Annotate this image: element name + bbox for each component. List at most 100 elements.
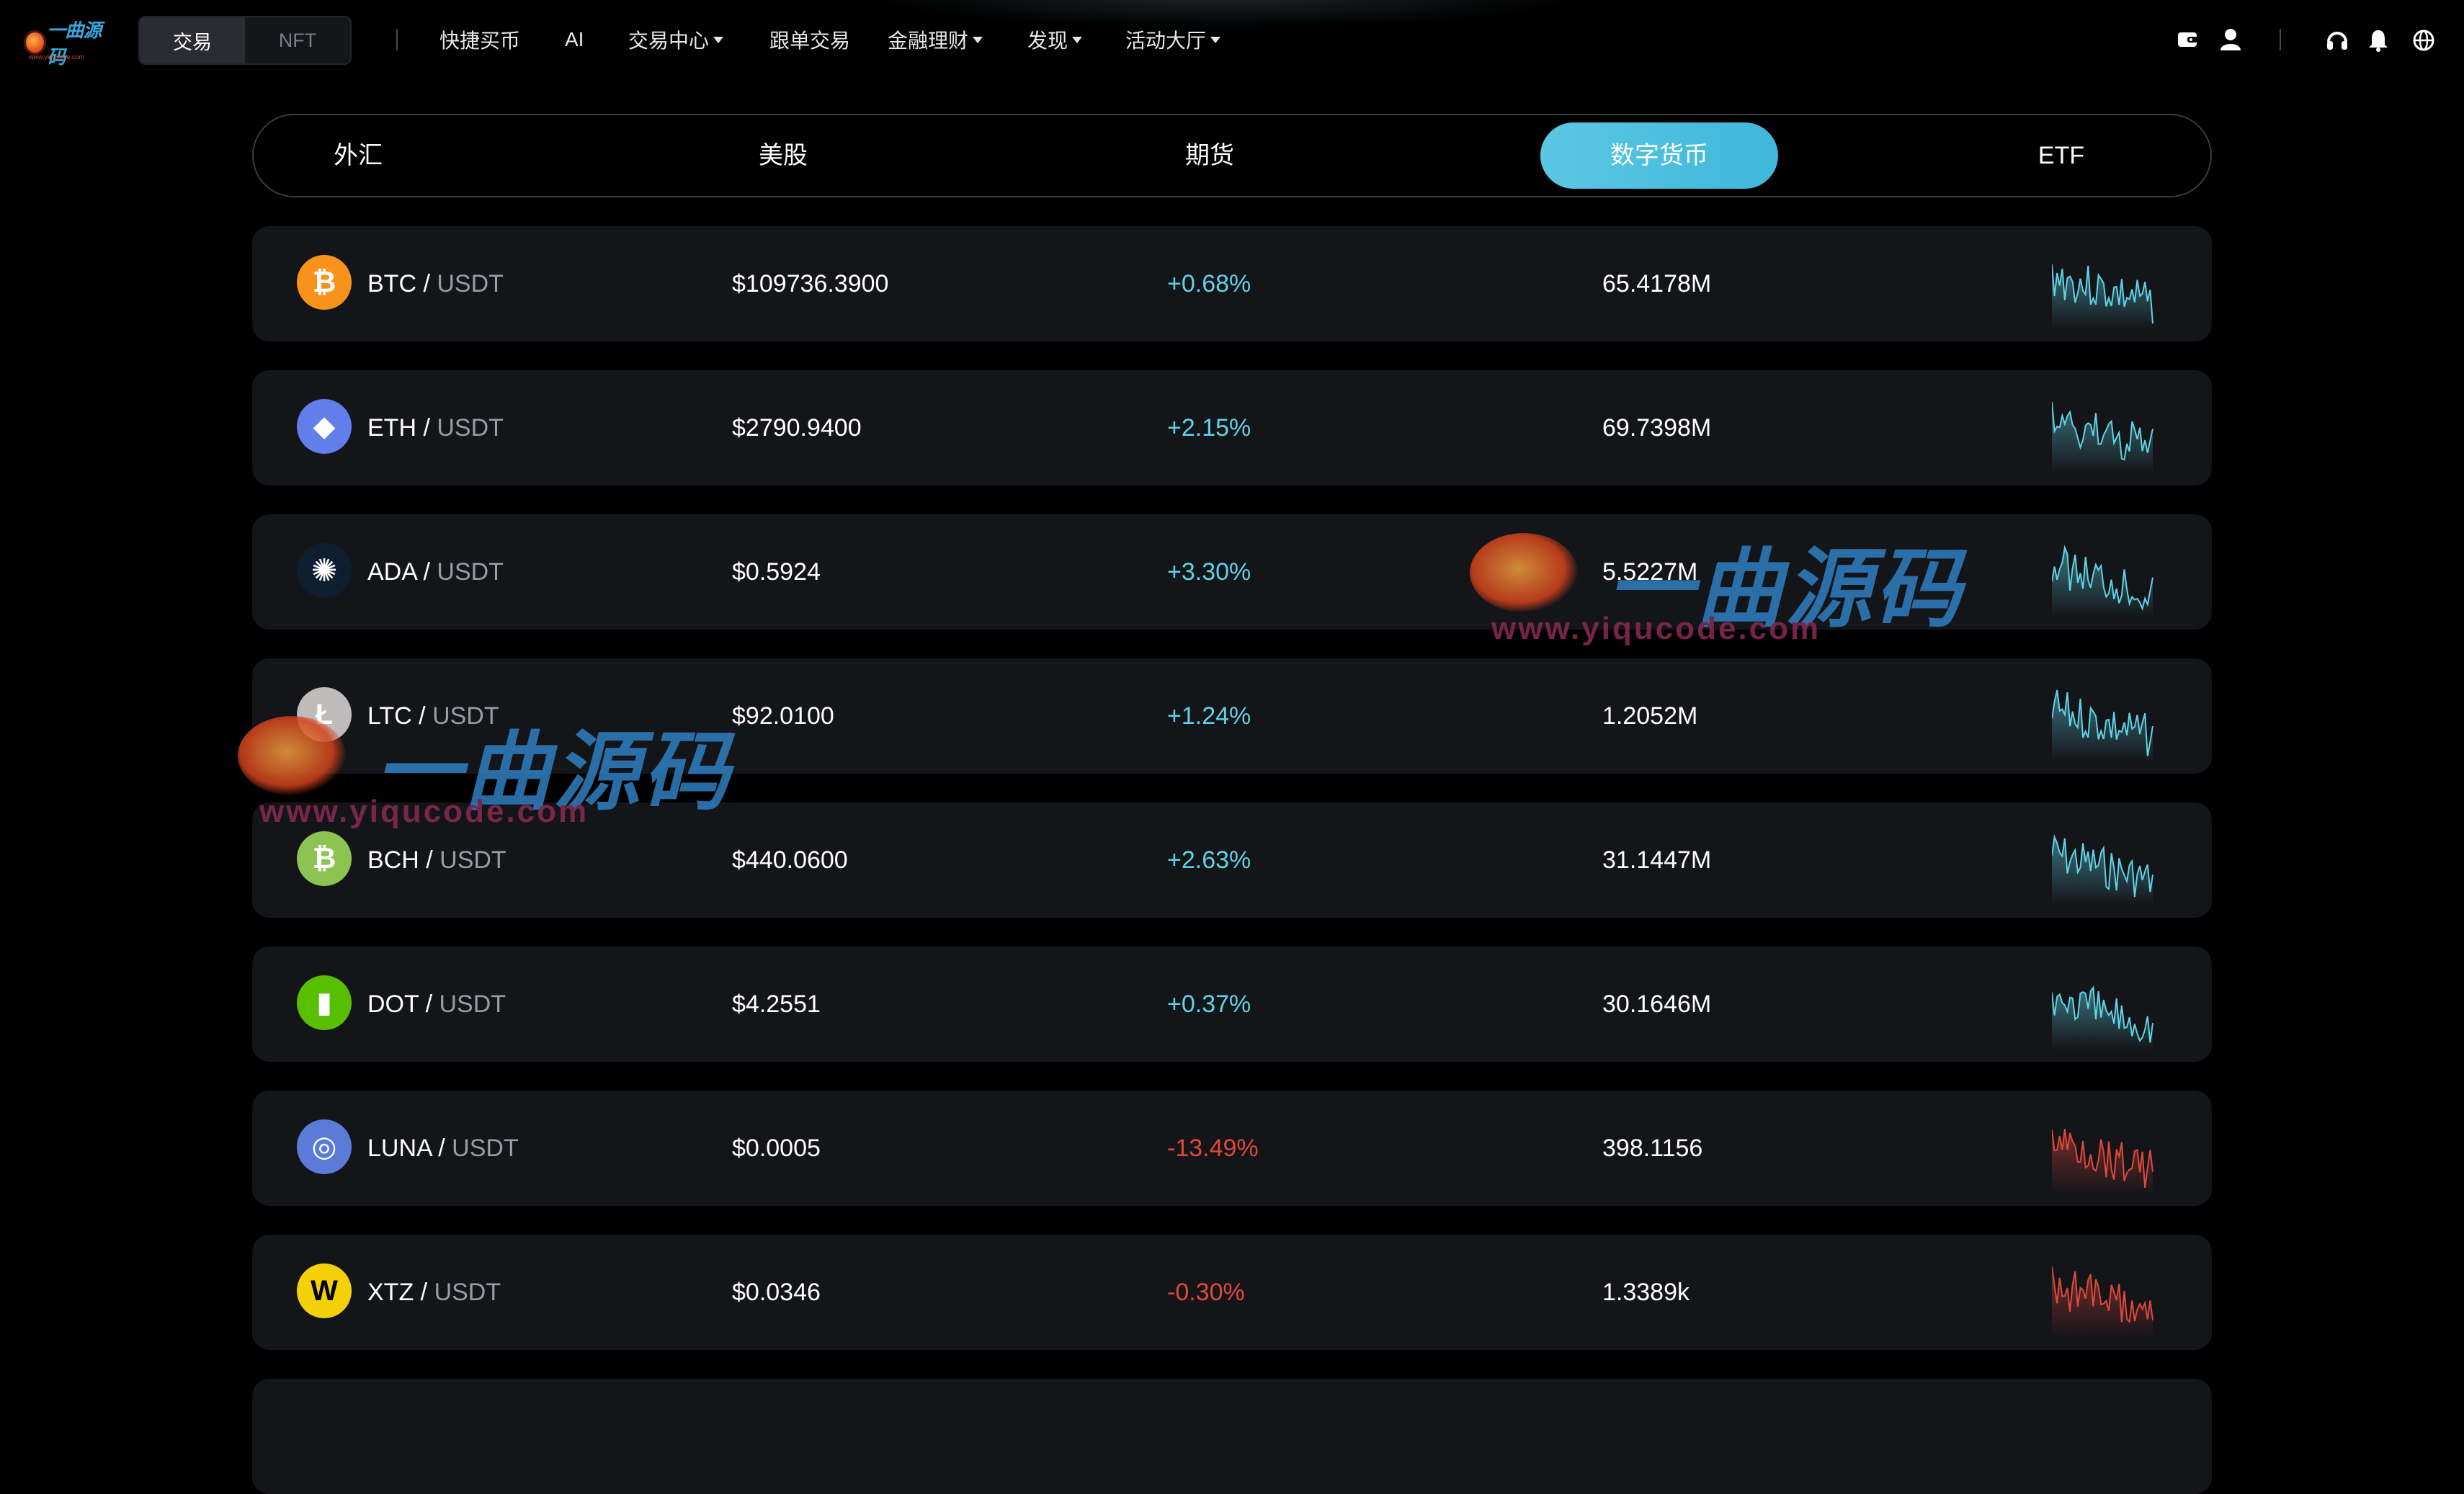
table-row[interactable]: ✺ ADA / USDT $0.5924 +3.30% 5.5227M (252, 514, 2212, 630)
coin-glyph: ₿ (312, 842, 336, 875)
quote-symbol: USDT (434, 1279, 501, 1306)
mode-toggle: 交易 NFT (138, 16, 352, 65)
last-price: $109736.3900 (732, 270, 889, 298)
price-change: +0.37% (1167, 990, 1251, 1018)
sparkline-area (2052, 1129, 2153, 1194)
trading-pair: ADA / USDT (367, 558, 504, 586)
price-change: -0.30% (1167, 1279, 1245, 1306)
tab-us-stocks[interactable]: 美股 (722, 122, 844, 189)
base-symbol: DOT (367, 990, 419, 1018)
headset-icon[interactable] (2324, 27, 2350, 53)
trading-pair: LUNA / USDT (367, 1135, 519, 1162)
bitcoin-icon: ₿ (297, 255, 352, 310)
quote-symbol: USDT (437, 558, 504, 586)
sparkline-chart (2052, 545, 2153, 618)
coin-glyph: ✺ (311, 553, 338, 589)
chevron-down-icon (713, 36, 724, 43)
mode-nft-option[interactable]: NFT (245, 17, 350, 63)
sparkline-chart (2052, 264, 2153, 330)
table-row[interactable]: ◆ ETH / USDT $2790.9400 +2.15% 69.7398M (252, 370, 2212, 486)
last-price: $440.0600 (732, 846, 848, 874)
nav-copy-trading-label: 跟单交易 (769, 30, 851, 52)
nav-discover[interactable]: 发现 (1027, 25, 1083, 54)
nav-quick-buy-label: 快捷买币 (439, 30, 521, 52)
nav-trade-center[interactable]: 交易中心 (628, 25, 724, 54)
trading-volume: 398.1156 (1602, 1135, 1703, 1162)
base-symbol: BTC (367, 270, 416, 298)
coin-glyph: ◆ (313, 411, 336, 442)
sparkline-chart (2052, 689, 2153, 762)
nav-ai[interactable]: AI (565, 28, 584, 51)
last-price: $2790.9400 (732, 414, 862, 442)
trading-pair: XTZ / USDT (367, 1279, 501, 1306)
sparkline-chart (2052, 1129, 2153, 1194)
last-price: $0.0005 (732, 1135, 821, 1162)
nav-finance-label: 金融理财 (888, 30, 969, 52)
wallet-icon[interactable] (2176, 27, 2200, 52)
table-row[interactable]: W XTZ / USDT $0.0346 -0.30% 1.3389k (252, 1235, 2212, 1350)
user-icon[interactable] (2218, 26, 2244, 52)
price-change: +2.15% (1167, 414, 1251, 442)
sparkline-chart (2052, 401, 2153, 474)
logo-sun-icon (26, 32, 45, 53)
trading-volume: 65.4178M (1602, 270, 1712, 298)
nav-copy-trading[interactable]: 跟单交易 (769, 25, 850, 54)
bell-icon[interactable] (2366, 27, 2391, 53)
quote-symbol: USDT (437, 270, 504, 298)
price-change: +2.63% (1167, 846, 1251, 874)
table-row[interactable]: ₿ BTC / USDT $109736.3900 +0.68% 65.4178… (252, 226, 2212, 341)
nav-ai-label: AI (565, 28, 584, 50)
sparkline-area (2052, 987, 2153, 1050)
table-row-partial[interactable] (252, 1379, 2212, 1494)
table-row[interactable]: ▮ DOT / USDT $4.2551 +0.37% 30.1646M (252, 947, 2212, 1062)
market-category-tabs: 外汇 美股 期货 数字货币 ETF (252, 114, 2212, 197)
base-symbol: ETH (367, 414, 416, 442)
table-row[interactable]: Ł LTC / USDT $92.0100 +1.24% 1.2052M (252, 658, 2212, 774)
table-row[interactable]: ₿ BCH / USDT $440.0600 +2.63% 31.1447M (252, 802, 2212, 918)
sparkline-area (2052, 264, 2153, 330)
price-change: -13.49% (1167, 1135, 1259, 1162)
trading-volume: 30.1646M (1602, 990, 1712, 1018)
quote-symbol: USDT (437, 414, 504, 442)
coin-glyph: ₿ (312, 266, 336, 298)
trading-pair: BCH / USDT (367, 846, 506, 874)
luna-icon: ◎ (297, 1119, 352, 1174)
table-row[interactable]: ◎ LUNA / USDT $0.0005 -13.49% 398.1156 (252, 1091, 2212, 1206)
coin-glyph: W (311, 1274, 338, 1307)
nav-finance[interactable]: 金融理财 (888, 25, 983, 54)
icon-divider (2280, 29, 2281, 50)
base-symbol: XTZ (367, 1279, 414, 1306)
bitcoin-cash-icon: ₿ (297, 831, 352, 886)
chevron-down-icon (973, 36, 983, 43)
tab-futures[interactable]: 期货 (1148, 122, 1271, 189)
coin-glyph: Ł (315, 698, 334, 730)
nav-trade-center-label: 交易中心 (628, 30, 710, 52)
quote-symbol: USDT (439, 990, 506, 1018)
globe-icon[interactable] (2411, 27, 2437, 53)
quote-symbol: USDT (452, 1135, 519, 1162)
price-change: +3.30% (1167, 558, 1251, 586)
last-price: $0.5924 (732, 558, 821, 586)
xtz-icon: W (297, 1263, 352, 1318)
base-symbol: LTC (367, 702, 412, 730)
last-price: $0.0346 (732, 1279, 821, 1306)
site-logo[interactable]: 一曲源码 www.yiqucode.com (26, 19, 112, 68)
mode-trade-option[interactable]: 交易 (140, 17, 245, 63)
tab-crypto[interactable]: 数字货币 (1540, 122, 1778, 189)
trading-volume: 31.1447M (1602, 846, 1712, 874)
ethereum-icon: ◆ (297, 399, 352, 454)
neo-icon: ▮ (297, 975, 352, 1030)
nav-events[interactable]: 活动大厅 (1125, 25, 1221, 54)
tab-forex[interactable]: 外汇 (297, 122, 419, 189)
nav-quick-buy[interactable]: 快捷买币 (439, 25, 520, 54)
tab-etf[interactable]: ETF (2000, 122, 2122, 189)
sparkline-area (2052, 1266, 2153, 1338)
nav-discover-label: 发现 (1027, 30, 1068, 52)
base-symbol: LUNA (367, 1135, 432, 1162)
coin-glyph: ◎ (311, 1131, 337, 1163)
trading-volume: 5.5227M (1602, 558, 1698, 586)
cardano-icon: ✺ (297, 543, 352, 598)
litecoin-icon: Ł (297, 687, 352, 742)
trading-pair: DOT / USDT (367, 990, 506, 1018)
trading-volume: 1.2052M (1602, 702, 1698, 730)
